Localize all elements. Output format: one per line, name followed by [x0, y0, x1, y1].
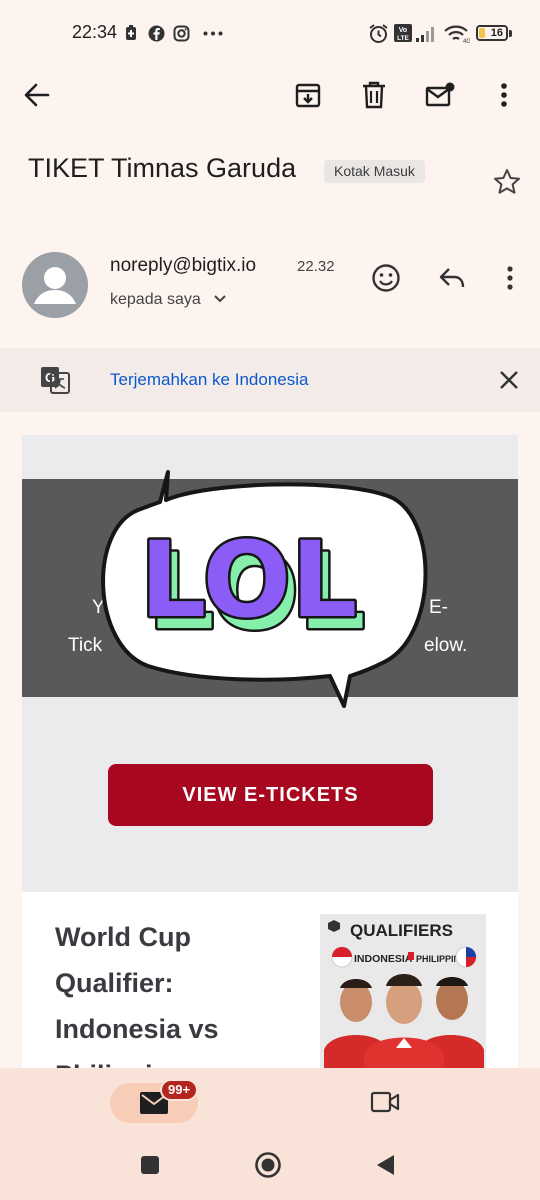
battery-saver-icon [126, 25, 136, 40]
inbox-label-chip[interactable]: Kotak Masuk [324, 160, 425, 183]
recipient-details-toggle[interactable]: kepada saya [110, 291, 227, 309]
reply-icon [439, 268, 465, 288]
emoji-icon [372, 264, 400, 292]
signal-icon [416, 27, 434, 42]
wifi-icon: 4G [444, 25, 470, 43]
close-icon [500, 371, 518, 389]
battery-indicator: 16 [476, 25, 508, 41]
star-icon [494, 168, 520, 194]
volte-icon: Vo LTE [394, 24, 412, 42]
instagram-icon [173, 25, 190, 42]
star-button[interactable] [487, 161, 527, 201]
home-button[interactable] [248, 1145, 288, 1185]
recipient-text: kepada saya [110, 291, 201, 308]
match-poster-image[interactable]: QUALIFIERS INDONESIA PHILIPPINES [320, 914, 486, 1075]
back-nav-button[interactable] [365, 1145, 405, 1185]
close-translate-button[interactable] [489, 360, 529, 400]
match-title: World Cup Qualifier: Indonesia vs Philip… [55, 922, 219, 1075]
sender-email[interactable]: noreply@bigtix.io [110, 255, 256, 277]
battery-level: 16 [490, 27, 503, 39]
google-translate-icon: G [41, 367, 70, 394]
arrow-left-icon [24, 83, 50, 107]
email-subject: TIKET Timnas Garuda [28, 153, 297, 183]
circle-home-icon [255, 1152, 281, 1178]
nav-meet-tab[interactable] [365, 1082, 405, 1122]
poster-graphic: QUALIFIERS INDONESIA PHILIPPINES [320, 914, 486, 1075]
sender-avatar[interactable] [22, 252, 88, 318]
mail-unread-icon [425, 82, 455, 107]
svg-text:4G: 4G [463, 39, 470, 43]
translate-link[interactable]: Terjemahkan ke Indonesia [110, 370, 308, 390]
reply-button[interactable] [432, 258, 472, 298]
email-time: 22.32 [297, 258, 335, 275]
person-icon [34, 267, 76, 304]
facebook-icon [148, 25, 165, 42]
battery-tip [509, 30, 512, 37]
poster-heading: QUALIFIERS [350, 921, 453, 940]
view-e-tickets-button[interactable]: VIEW E-TICKETS [108, 764, 433, 826]
mark-unread-button[interactable] [420, 75, 460, 115]
poster-team-left: INDONESIA [354, 953, 413, 965]
svg-text:Vo: Vo [399, 27, 407, 34]
archive-button[interactable] [288, 75, 328, 115]
more-options-button[interactable] [484, 75, 524, 115]
more-notifications-icon [203, 31, 223, 36]
archive-icon [295, 83, 321, 108]
video-camera-icon [370, 1091, 400, 1113]
back-button[interactable] [17, 75, 57, 115]
triangle-back-icon [377, 1155, 394, 1175]
alarm-icon [369, 24, 388, 43]
trash-icon [363, 81, 385, 109]
chevron-down-icon [214, 295, 226, 303]
match-card: World Cup Qualifier: Indonesia vs Philip… [22, 892, 518, 1075]
more-vert-icon [507, 266, 513, 290]
square-icon [141, 1156, 159, 1174]
more-vert-icon [501, 83, 507, 107]
message-more-button[interactable] [490, 258, 530, 298]
mail-unread-badge: 99+ [160, 1079, 199, 1101]
lol-sticker-text: LOL [140, 519, 357, 641]
status-time: 22:34 [72, 22, 118, 42]
recent-apps-button[interactable] [130, 1145, 170, 1185]
add-reaction-button[interactable] [366, 258, 406, 298]
lol-sticker: LOL LOL [101, 470, 428, 708]
svg-text:LTE: LTE [397, 35, 409, 42]
delete-button[interactable] [354, 75, 394, 115]
